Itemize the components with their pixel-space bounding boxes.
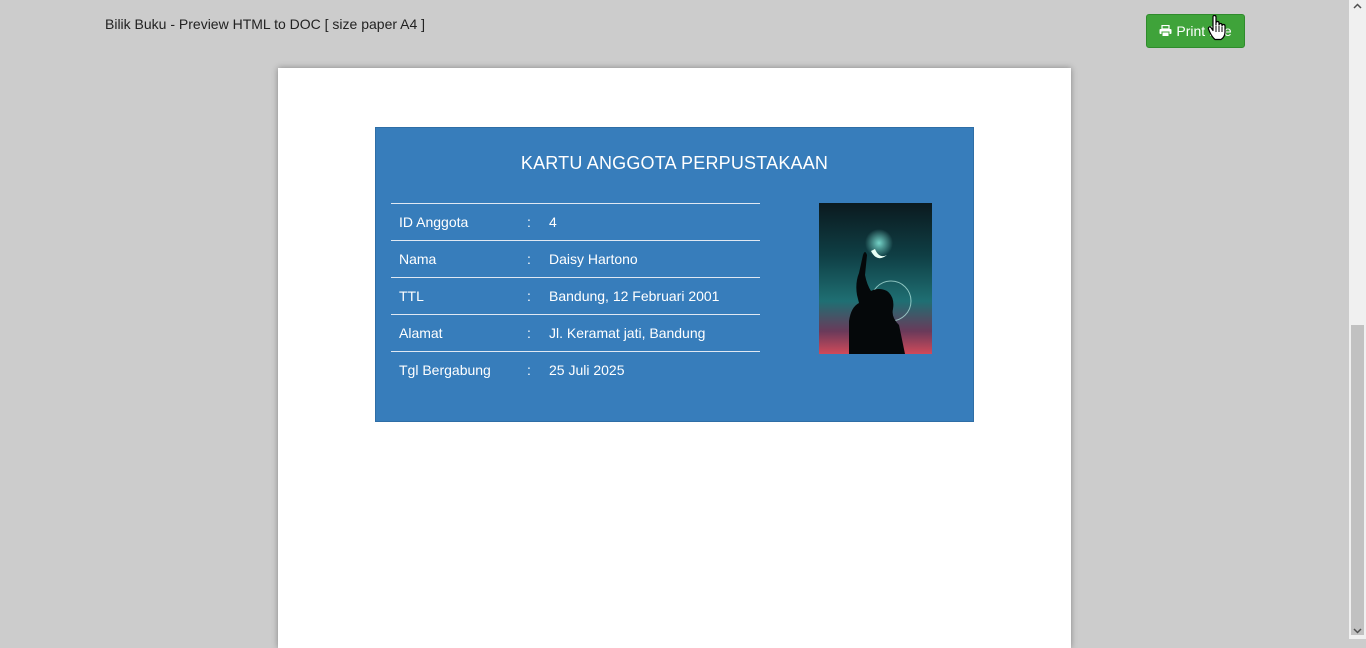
row-separator: : xyxy=(527,314,549,352)
row-separator: : xyxy=(527,240,549,278)
row-label: TTL xyxy=(391,277,527,315)
scroll-up-arrow-icon[interactable] xyxy=(1349,0,1366,12)
hand-cursor-icon xyxy=(1207,14,1227,46)
row-label: ID Anggota xyxy=(391,203,527,241)
row-value: Jl. Keramat jati, Bandung xyxy=(549,314,760,352)
table-row: Alamat : Jl. Keramat jati, Bandung xyxy=(391,314,760,352)
table-row: Nama : Daisy Hartono xyxy=(391,240,760,278)
member-photo xyxy=(819,203,932,354)
scroll-down-arrow-icon[interactable] xyxy=(1349,625,1366,637)
printer-icon xyxy=(1159,25,1172,37)
row-separator: : xyxy=(527,362,531,379)
row-separator: : xyxy=(527,277,549,315)
a4-paper-preview: KARTU ANGGOTA PERPUSTAKAAN ID Anggota : … xyxy=(278,68,1071,648)
member-info-table: ID Anggota : 4 Nama : Daisy Hartono TTL … xyxy=(391,203,760,389)
card-title: KARTU ANGGOTA PERPUSTAKAAN xyxy=(520,153,829,173)
member-card: KARTU ANGGOTA PERPUSTAKAAN ID Anggota : … xyxy=(375,127,974,422)
table-row: Tgl Bergabung : 25 Juli 2025 xyxy=(391,352,760,389)
page-title: Bilik Buku - Preview HTML to DOC [ size … xyxy=(105,16,426,32)
scrollbar-thumb[interactable] xyxy=(1351,325,1364,635)
row-value: 25 Juli 2025 xyxy=(549,362,625,379)
row-label: Alamat xyxy=(391,314,527,352)
table-row: ID Anggota : 4 xyxy=(391,203,760,241)
row-label: Tgl Bergabung xyxy=(399,362,491,379)
print-button[interactable]: Print File xyxy=(1146,14,1245,48)
row-separator: : xyxy=(527,203,549,241)
row-value: Daisy Hartono xyxy=(549,240,760,278)
row-label: Nama xyxy=(391,240,527,278)
table-row: TTL : Bandung, 12 Februari 2001 xyxy=(391,277,760,315)
vertical-scrollbar[interactable] xyxy=(1349,0,1366,639)
row-value: Bandung, 12 Februari 2001 xyxy=(549,277,760,315)
row-value: 4 xyxy=(549,203,760,241)
